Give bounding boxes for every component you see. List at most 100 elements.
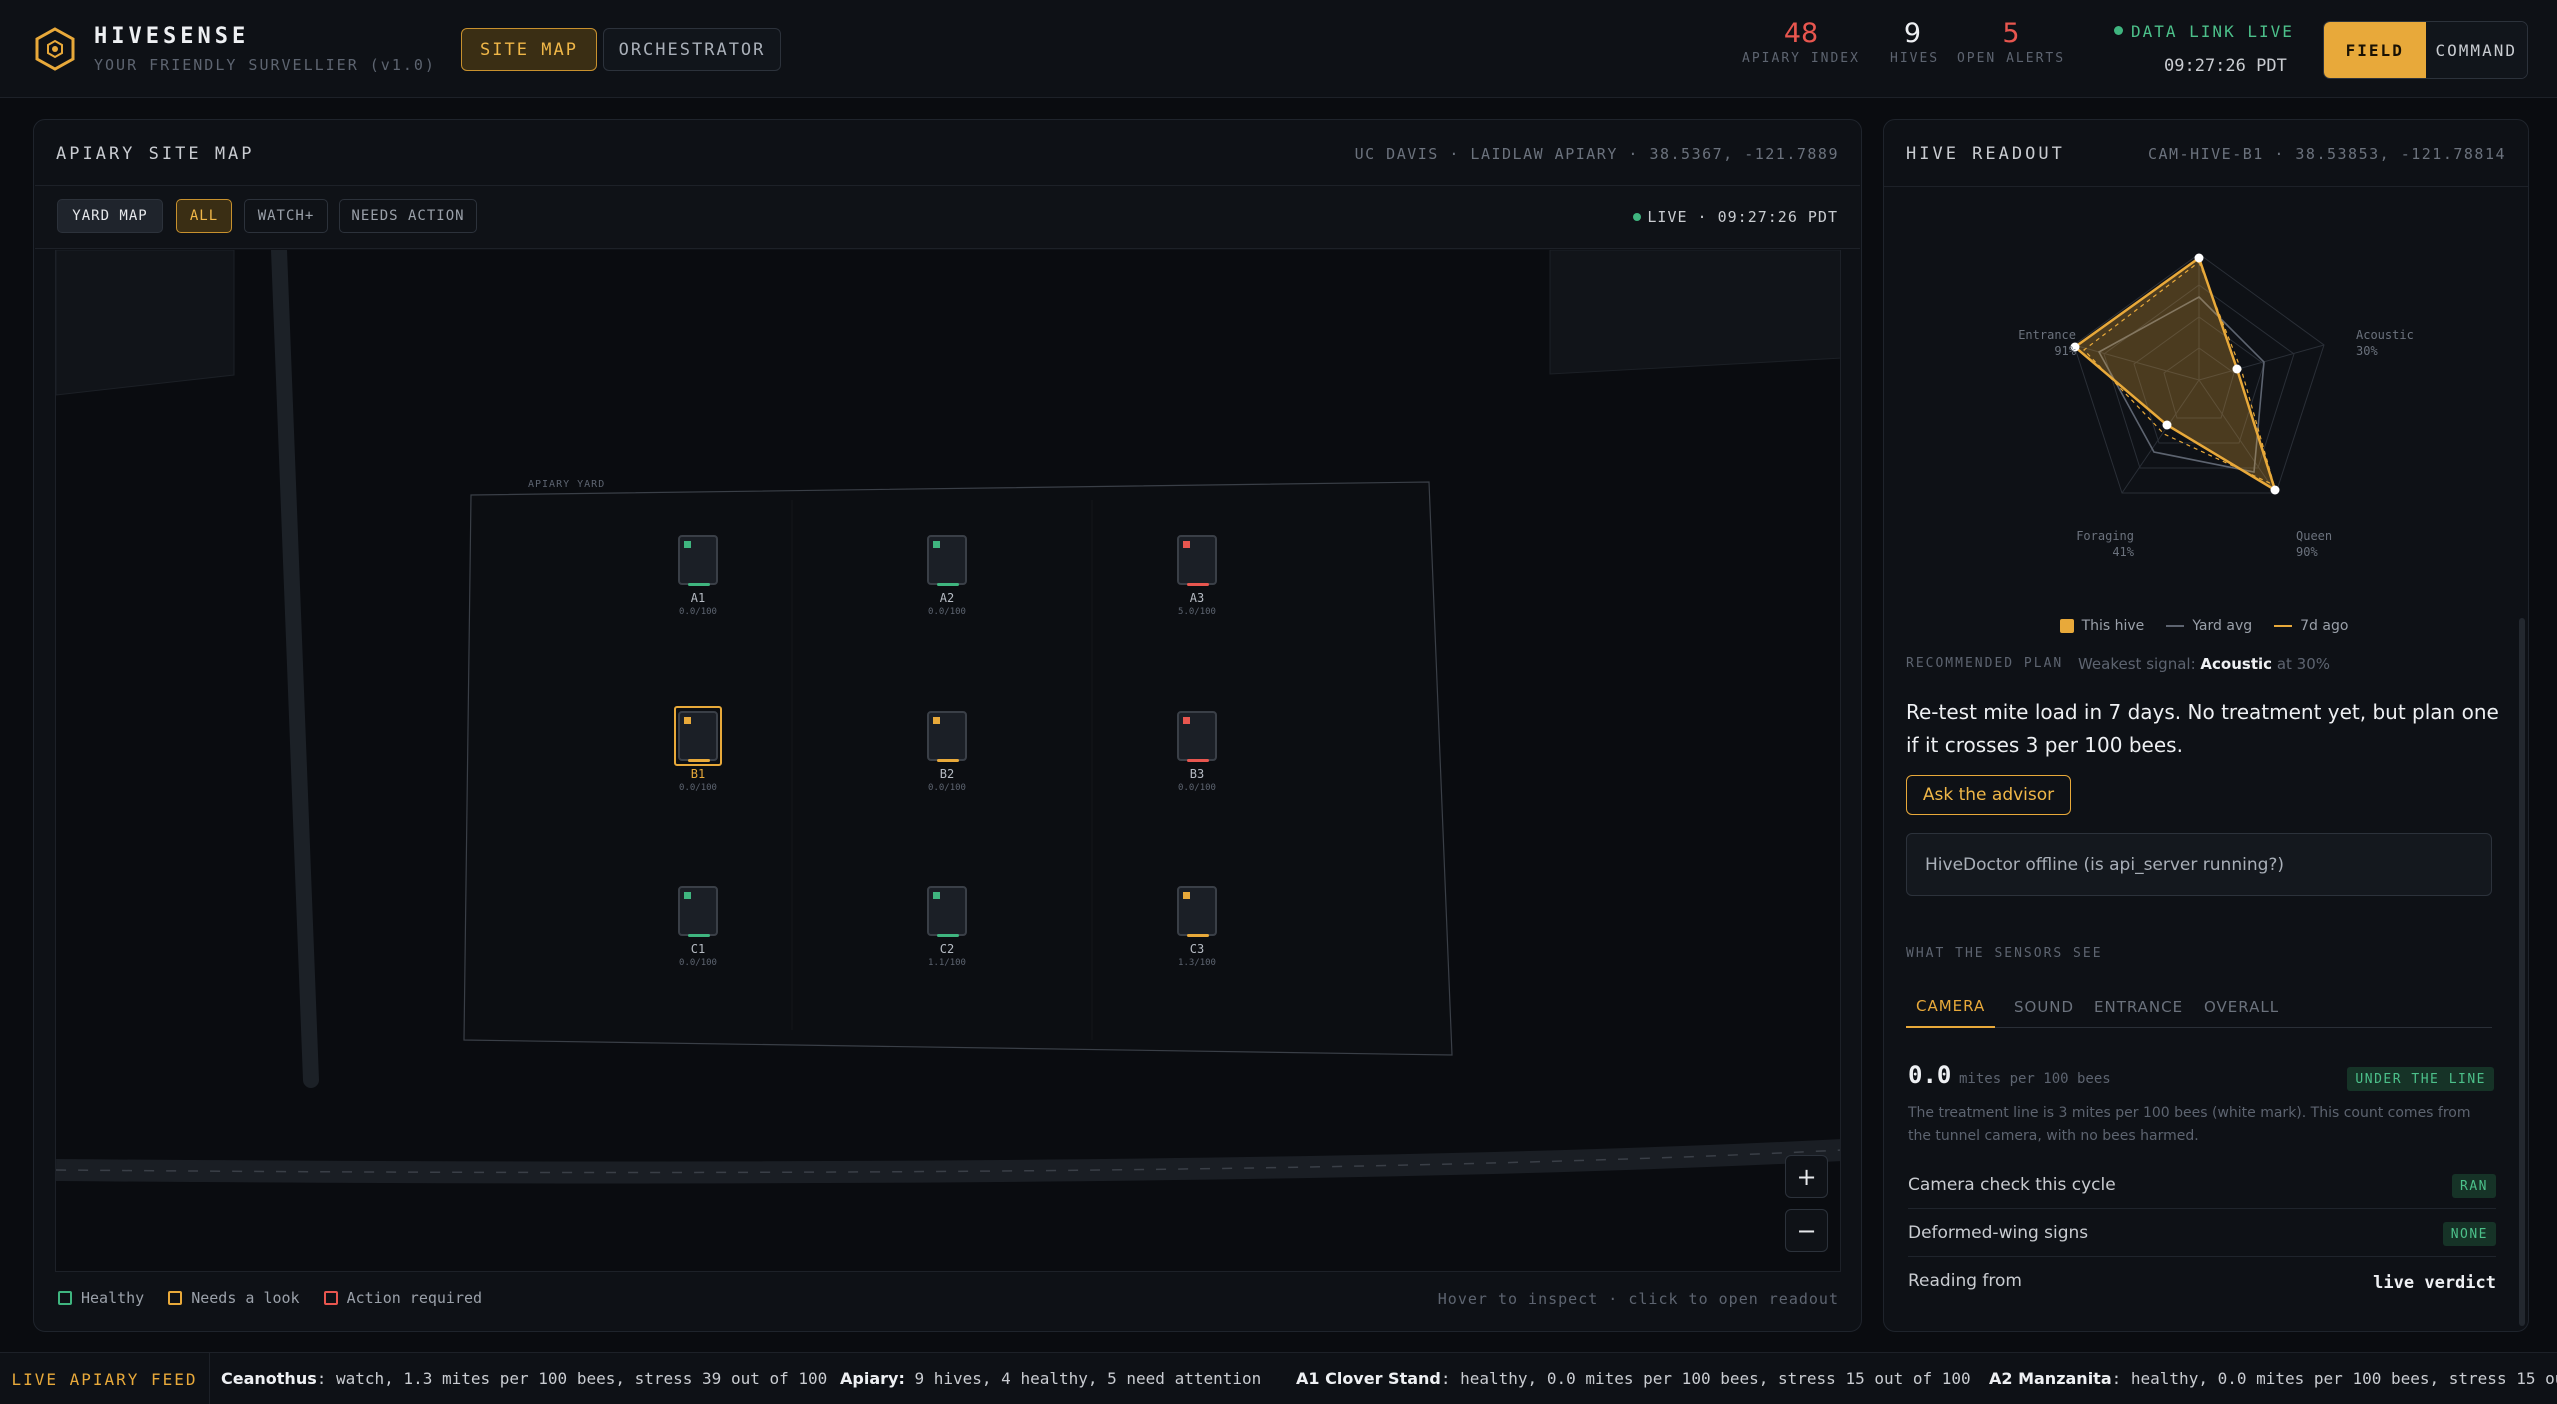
hive-status-bar (1187, 759, 1209, 762)
zoom-out-button[interactable]: − (1785, 1209, 1828, 1252)
hive-score: 0.0/100 (679, 607, 717, 617)
radar-legend-yard-avg: Yard avg (2166, 618, 2252, 634)
hive-status-bar (1187, 934, 1209, 937)
row-reading-from-label: Reading from (1908, 1271, 2022, 1291)
zoom-in-button[interactable]: + (1785, 1155, 1828, 1198)
map-live-label: LIVE · 09:27:26 PDT (1647, 208, 1838, 226)
hive-name: C3 (1189, 942, 1205, 956)
ticker-item-text: 9 hives, 4 healthy, 5 need attention (904, 1369, 1262, 1388)
hive-marker-a2[interactable]: A2 0.0/100 (917, 535, 977, 617)
hives-value: 9 (1903, 18, 1922, 49)
ticker-item-name: A1 Clover Stand (1296, 1369, 1441, 1388)
radar-svg (2070, 253, 2325, 495)
healthy-swatch-icon (58, 1291, 72, 1305)
filter-needs-action-button[interactable]: NEEDS ACTION (339, 199, 477, 233)
hive-name: A2 (939, 591, 955, 605)
weakest-name: Acoustic (2200, 655, 2273, 673)
hive-status-bar (1187, 583, 1209, 586)
live-feed-ticker: LIVE APIARY FEED Ceanothus: watch, 1.3 m… (0, 1352, 2557, 1404)
yard-map-canvas[interactable]: APIARY YARD A1 0.0/100 A2 0.0/100 A3 5.0/100 B… (55, 250, 1841, 1272)
hive-marker-a3[interactable]: A3 5.0/100 (1167, 535, 1227, 617)
ticker-item: Apiary: 9 hives, 4 healthy, 5 need atten… (840, 1369, 1261, 1388)
radar-legend-this-hive-label: This hive (2081, 618, 2145, 634)
radar-point (2270, 485, 2280, 495)
yard-avg-line-icon (2166, 625, 2185, 627)
mite-count-unit: mites per 100 bees (1959, 1071, 2111, 1087)
readout-scrollbar[interactable] (2519, 618, 2525, 1326)
hive-marker-a1[interactable]: A1 0.0/100 (668, 535, 728, 617)
open-alerts-stat: 5 OPEN ALERTS (1956, 18, 2066, 66)
readout-location: CAM-HIVE-B1 · 38.53853, -121.78814 (2147, 145, 2506, 163)
readout-title: HIVE READOUT (1906, 144, 2065, 164)
header-clock: 09:27:26 PDT (2164, 56, 2287, 76)
hive-box-icon (1177, 535, 1217, 586)
hive-status-bar (937, 759, 959, 762)
hive-status-bar (688, 934, 710, 937)
radar-legend: This hive Yard avg 7d ago (1884, 618, 2524, 634)
hive-status-dot (1183, 717, 1190, 724)
radar-axis-queen: Queen 90% (2296, 529, 2333, 559)
filter-watch-button[interactable]: WATCH+ (244, 199, 328, 233)
hive-score: 0.0/100 (679, 958, 717, 968)
hive-status-bar (688, 583, 710, 586)
hive-name: A3 (1189, 591, 1205, 605)
hive-status-dot (933, 541, 940, 548)
hive-marker-b3[interactable]: B3 0.0/100 (1167, 711, 1227, 793)
status-badge: UNDER THE LINE (2347, 1067, 2494, 1091)
reading-from-value: live verdict (2373, 1273, 2496, 1293)
mode-field-button[interactable]: FIELD (2324, 22, 2426, 78)
data-link-label: DATA LINK LIVE (2131, 22, 2294, 41)
ask-advisor-button[interactable]: Ask the advisor (1906, 775, 2071, 815)
hive-status-bar (688, 759, 710, 762)
plan-text: Re-test mite load in 7 days. No treatmen… (1906, 700, 2499, 757)
hive-marker-b1[interactable]: B1 0.0/100 (668, 706, 728, 793)
hive-marker-c3[interactable]: C3 1.3/100 (1167, 886, 1227, 968)
map-live-status: LIVE · 09:27:26 PDT (1633, 208, 1838, 226)
tab-camera[interactable]: CAMERA (1906, 986, 1996, 1028)
radar-point (2232, 364, 2242, 374)
sensors-label: WHAT THE SENSORS SEE (1906, 946, 2103, 961)
site-map-title: APIARY SITE MAP (56, 144, 255, 164)
open-alerts-label: OPEN ALERTS (1956, 51, 2066, 66)
plan-label: RECOMMENDED PLAN (1906, 656, 2064, 671)
this-hive-swatch-icon (2059, 619, 2074, 633)
ticker-label: LIVE APIARY FEED (0, 1353, 210, 1404)
ticker-item-text: : healthy, 0.0 mites per 100 bees, stres… (1440, 1369, 1971, 1388)
tab-site-map[interactable]: SITE MAP (461, 28, 597, 71)
ticker-item-name: A2 Manzanita (1989, 1369, 2112, 1388)
advisor-status: HiveDoctor offline (is api_server runnin… (1906, 833, 2492, 896)
hive-marker-c1[interactable]: C1 0.0/100 (668, 886, 728, 968)
radar-legend-7d-ago: 7d ago (2274, 618, 2348, 634)
legend-watch: Needs a look (168, 1289, 300, 1307)
mode-command-button[interactable]: COMMAND (2425, 22, 2527, 78)
map-hint: Hover to inspect · click to open readout (1437, 1290, 1839, 1308)
hive-status-dot (1183, 541, 1190, 548)
site-map-location: UC DAVIS · LAIDLAW APIARY · 38.5367, -12… (1354, 145, 1839, 163)
sensor-tabs: CAMERA SOUND ENTRANCE OVERALL (1906, 986, 2492, 1028)
tab-orchestrator[interactable]: ORCHESTRATOR (603, 28, 781, 71)
weakest-prefix: Weakest signal: (2077, 655, 2196, 673)
footpath (271, 250, 319, 1088)
camera-check-badge: RAN (2452, 1174, 2496, 1198)
hive-status-dot (684, 717, 691, 724)
radar-legend-7d-ago-label: 7d ago (2300, 618, 2349, 634)
filter-all-button[interactable]: ALL (176, 199, 232, 233)
hive-status-dot (684, 541, 691, 548)
row-reading-from: Reading from live verdict (1908, 1259, 2496, 1305)
hive-marker-b2[interactable]: B2 0.0/100 (917, 711, 977, 793)
hive-marker-c2[interactable]: C2 1.1/100 (917, 886, 977, 968)
hive-box-icon (678, 711, 718, 762)
hive-name: A1 (690, 591, 706, 605)
yard-map-button[interactable]: YARD MAP (57, 199, 163, 233)
hive-score: 0.0/100 (928, 607, 966, 617)
tab-overall[interactable]: OVERALL (2204, 986, 2279, 1028)
radar-point (2194, 253, 2204, 263)
tab-sound[interactable]: SOUND (2014, 986, 2074, 1028)
hive-box-icon (927, 711, 967, 762)
live-dot-icon (2114, 26, 2123, 35)
row-deformed-wing: Deformed-wing signs NONE (1908, 1211, 2496, 1257)
tab-entrance[interactable]: ENTRANCE (2094, 986, 2183, 1028)
hive-status-dot (933, 892, 940, 899)
hive-readout-panel: HIVE READOUT CAM-HIVE-B1 · 38.53853, -12… (1883, 119, 2529, 1332)
hive-logo-icon (35, 27, 75, 71)
